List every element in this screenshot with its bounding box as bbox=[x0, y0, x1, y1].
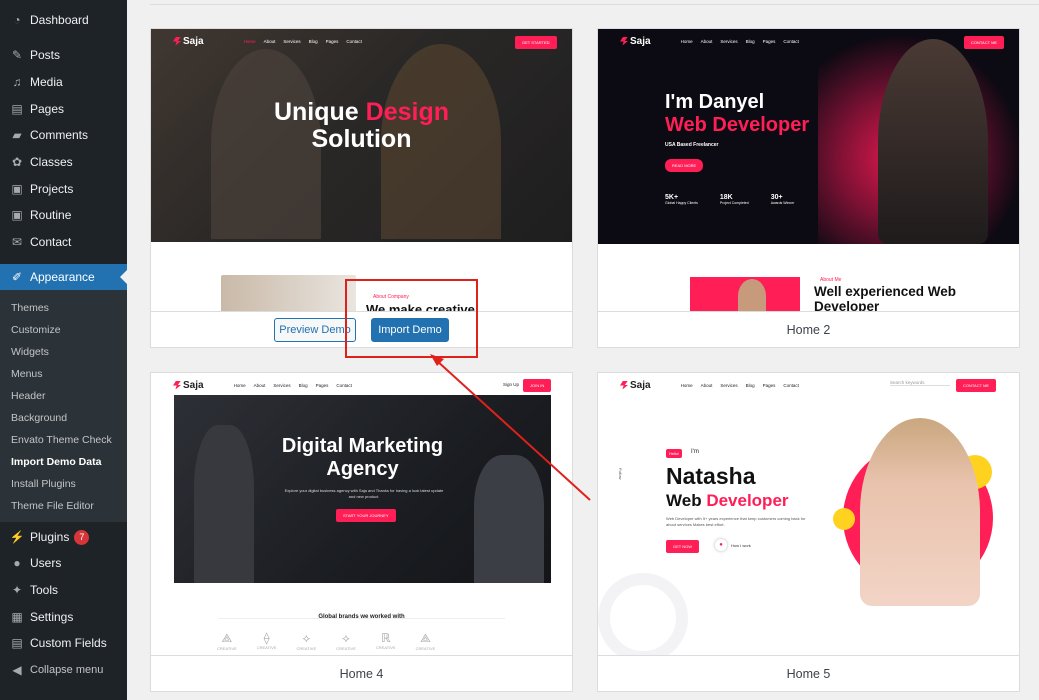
arrow-line bbox=[435, 359, 591, 501]
annotation-arrow bbox=[430, 354, 591, 501]
